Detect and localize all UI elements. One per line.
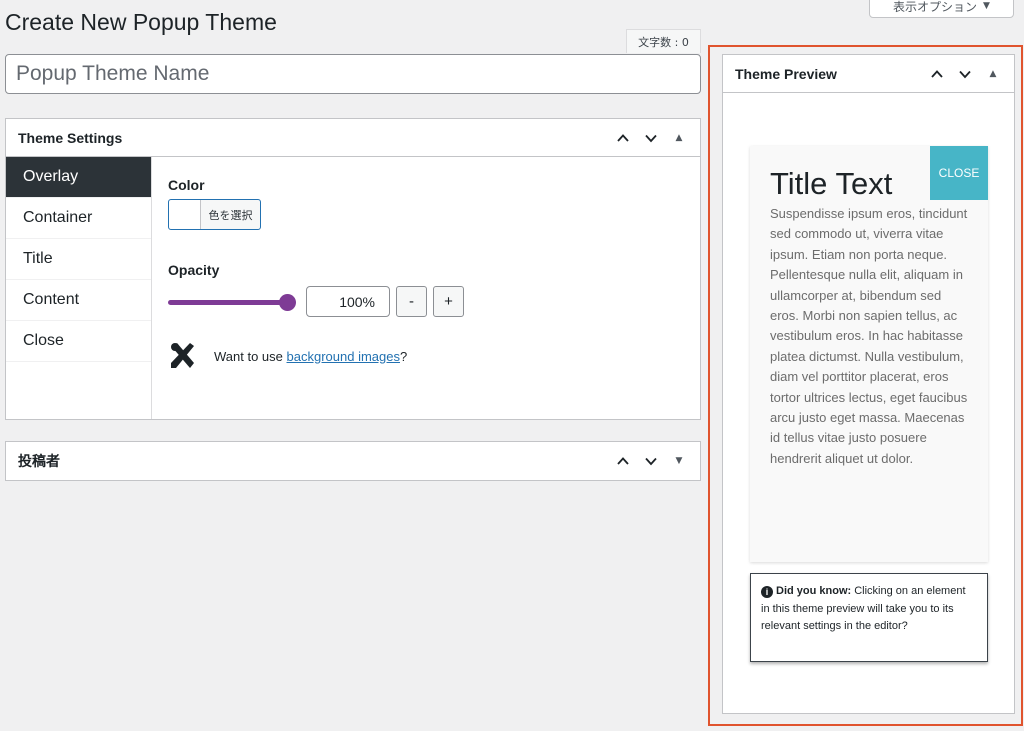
popup-content[interactable]: Suspendisse ipsum eros, tincidunt sed co… — [770, 204, 970, 469]
overlay-panel: Color 色を選択 Opacity - + — [152, 157, 700, 419]
background-images-note: Want to use background images? — [168, 341, 684, 371]
expand-toggle-icon[interactable]: ▼ — [670, 456, 688, 466]
tab-content[interactable]: Content — [6, 280, 151, 321]
move-down-icon[interactable] — [642, 452, 660, 470]
move-down-icon[interactable] — [956, 65, 974, 83]
color-label: Color — [168, 177, 205, 193]
bg-note-prefix: Want to use — [214, 348, 283, 364]
page-title: Create New Popup Theme — [5, 9, 277, 35]
info-icon: i — [761, 586, 773, 598]
tip-heading: Did you know: — [776, 585, 852, 597]
screen-options-button[interactable]: 表示オプション ▼ — [869, 0, 1014, 18]
author-handle-actions: ▼ — [614, 452, 688, 470]
tools-icon — [171, 343, 194, 368]
theme-preview-box: Theme Preview ▲ CLOSE Title Text Suspend… — [722, 54, 1015, 714]
theme-settings-heading: Theme Settings — [18, 129, 123, 146]
color-swatch — [169, 200, 201, 229]
opacity-slider[interactable] — [168, 292, 296, 312]
author-heading: 投稿者 — [18, 453, 60, 469]
did-you-know-tip: i Did you know: Clicking on an element in… — [750, 573, 988, 662]
color-picker-label: 色を選択 — [208, 208, 253, 222]
tab-close[interactable]: Close — [6, 321, 151, 362]
char-count: 文字数 : 0 — [626, 29, 701, 53]
popup-title[interactable]: Title Text — [770, 166, 892, 202]
theme-name-input[interactable] — [5, 54, 701, 94]
author-box-header: 投稿者 ▼ — [6, 442, 700, 480]
move-up-icon[interactable] — [614, 129, 632, 147]
author-box: 投稿者 ▼ — [5, 441, 701, 481]
move-down-icon[interactable] — [642, 129, 660, 147]
move-up-icon[interactable] — [614, 452, 632, 470]
screen-options-label: 表示オプション — [893, 0, 978, 14]
theme-preview-header: Theme Preview ▲ — [723, 55, 1014, 93]
caret-down-icon: ▼ — [983, 1, 990, 11]
opacity-decrease-button[interactable]: - — [396, 286, 427, 317]
collapse-toggle-icon[interactable]: ▲ — [670, 133, 688, 143]
opacity-input[interactable] — [306, 286, 390, 317]
tab-container[interactable]: Container — [6, 198, 151, 239]
background-images-link[interactable]: background images — [287, 349, 400, 364]
bg-note-suffix: ? — [399, 348, 408, 364]
opacity-label: Opacity — [168, 262, 220, 278]
popup-close-button[interactable]: CLOSE — [930, 146, 988, 200]
box-handle-actions: ▲ — [614, 129, 688, 147]
popup-preview[interactable]: CLOSE Title Text Suspendisse ipsum eros,… — [750, 146, 988, 562]
settings-tabs: Overlay Container Title Content Close — [6, 157, 152, 419]
opacity-row: - + — [168, 286, 684, 317]
theme-settings-header: Theme Settings ▲ — [6, 119, 700, 157]
color-picker-button[interactable]: 色を選択 — [168, 199, 261, 230]
tab-overlay[interactable]: Overlay — [6, 157, 151, 198]
opacity-slider-track — [168, 299, 288, 305]
move-up-icon[interactable] — [928, 65, 946, 83]
opacity-increase-button[interactable]: + — [433, 286, 464, 317]
tab-title[interactable]: Title — [6, 239, 151, 280]
opacity-slider-thumb[interactable] — [279, 293, 296, 311]
preview-handle-actions: ▲ — [928, 65, 1002, 83]
theme-settings-box: Theme Settings ▲ Overlay Container Title… — [5, 118, 701, 420]
theme-preview-heading: Theme Preview — [735, 65, 837, 82]
collapse-toggle-icon[interactable]: ▲ — [984, 69, 1002, 79]
